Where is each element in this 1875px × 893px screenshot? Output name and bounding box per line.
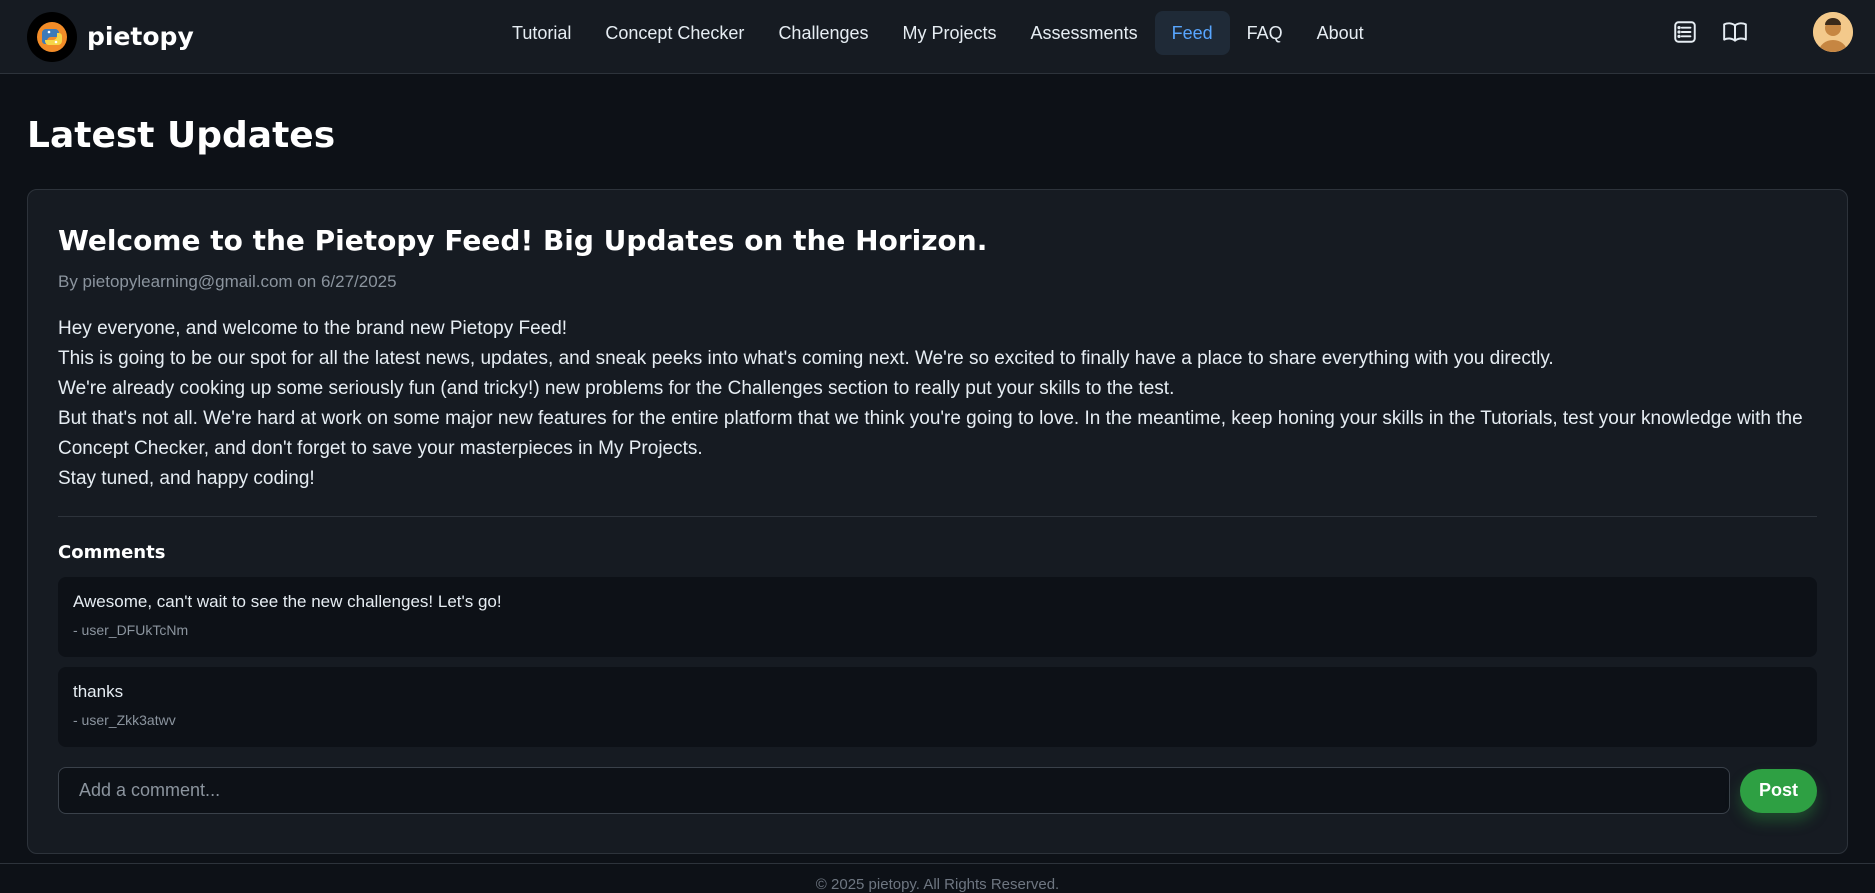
top-navbar: pietopy Tutorial Concept Checker Challen…: [0, 0, 1875, 74]
nav-tutorial[interactable]: Tutorial: [495, 11, 588, 55]
nav-my-projects[interactable]: My Projects: [886, 11, 1014, 55]
post-paragraph: But that's not all. We're hard at work o…: [58, 408, 1803, 459]
post-body: Hey everyone, and welcome to the brand n…: [58, 314, 1817, 494]
page-title: Latest Updates: [27, 115, 336, 156]
avatar[interactable]: [1813, 12, 1853, 52]
divider: [58, 516, 1817, 517]
post-card: Welcome to the Pietopy Feed! Big Updates…: [27, 189, 1848, 854]
post-comment-button[interactable]: Post: [1740, 768, 1817, 813]
main-nav: Tutorial Concept Checker Challenges My P…: [495, 11, 1381, 55]
nav-concept-checker[interactable]: Concept Checker: [588, 11, 761, 55]
post-meta: By pietopylearning@gmail.com on 6/27/202…: [58, 272, 397, 291]
comments-heading: Comments: [58, 542, 166, 563]
nav-feed[interactable]: Feed: [1154, 11, 1230, 55]
nav-about[interactable]: About: [1300, 11, 1381, 55]
post-title: Welcome to the Pietopy Feed! Big Updates…: [58, 224, 988, 257]
header-actions: [1665, 12, 1853, 52]
post-paragraph: Hey everyone, and welcome to the brand n…: [58, 318, 568, 339]
comment-item: Awesome, can't wait to see the new chall…: [58, 577, 1817, 657]
comment-item: thanks - user_Zkk3atwv: [58, 667, 1817, 747]
list-icon[interactable]: [1665, 12, 1705, 52]
post-paragraph: Stay tuned, and happy coding!: [58, 468, 315, 489]
nav-challenges[interactable]: Challenges: [761, 11, 885, 55]
brand[interactable]: pietopy: [27, 11, 194, 62]
book-icon[interactable]: [1715, 12, 1755, 52]
comment-author: - user_Zkk3atwv: [73, 712, 176, 728]
comment-text: Awesome, can't wait to see the new chall…: [73, 592, 502, 611]
post-paragraph: This is going to be our spot for all the…: [58, 348, 1554, 369]
comment-text: thanks: [73, 682, 124, 701]
brand-name: pietopy: [87, 22, 194, 51]
comment-input[interactable]: [58, 767, 1730, 814]
python-logo-icon: [27, 11, 77, 62]
comment-form: Post: [58, 767, 1817, 814]
nav-assessments[interactable]: Assessments: [1014, 11, 1155, 55]
comment-author: - user_DFUkTcNm: [73, 622, 189, 638]
post-paragraph: We're already cooking up some seriously …: [58, 378, 1175, 399]
footer: © 2025 pietopy. All Rights Reserved.: [0, 863, 1875, 893]
nav-faq[interactable]: FAQ: [1230, 11, 1300, 55]
